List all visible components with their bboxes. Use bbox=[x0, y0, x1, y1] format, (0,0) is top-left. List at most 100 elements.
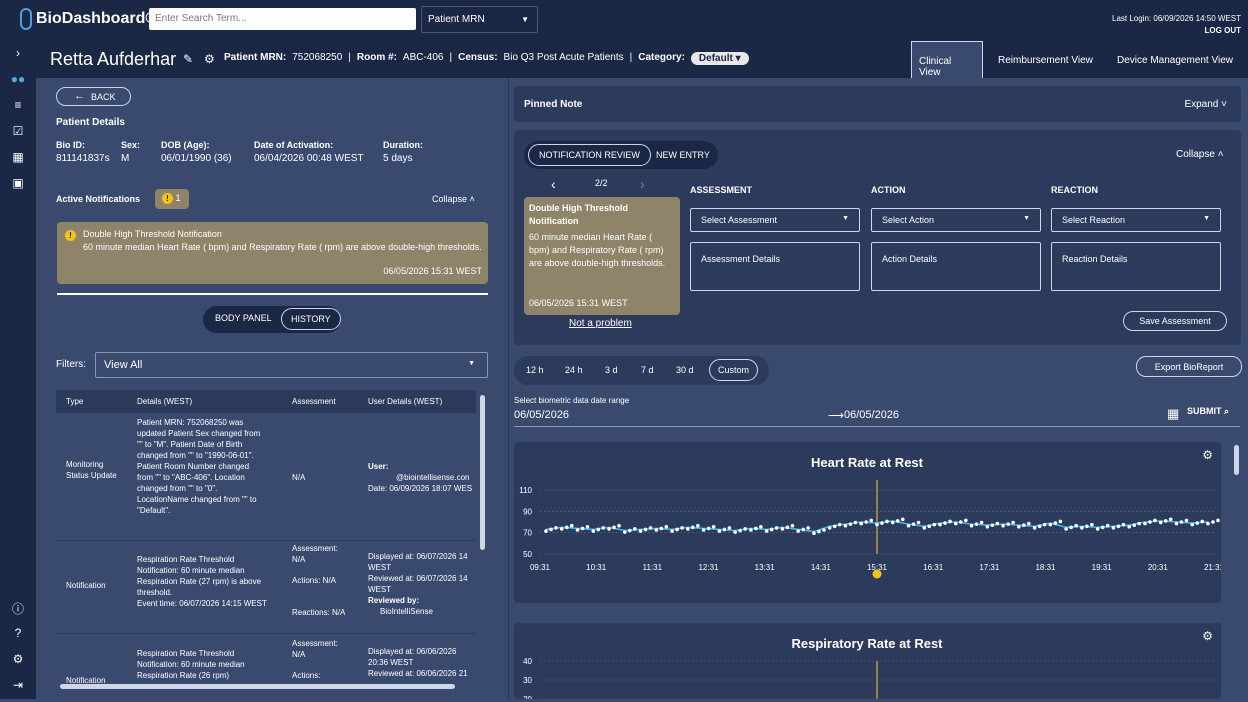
right-scrollbar[interactable] bbox=[1234, 445, 1239, 475]
data-point bbox=[900, 517, 905, 522]
patient-name: Retta Aufderhar bbox=[50, 49, 177, 69]
gear-icon[interactable]: ⚙ bbox=[204, 52, 215, 66]
devices-icon[interactable]: ▣ bbox=[10, 176, 26, 192]
submit-button[interactable]: SUBMIT ⌕ bbox=[1187, 406, 1229, 417]
tab-device-management-view[interactable]: Device Management View bbox=[1110, 41, 1242, 78]
collapse-link[interactable]: Collapse ˄ bbox=[1176, 149, 1224, 160]
notification-card[interactable]: Double High Threshold Notification 60 mi… bbox=[524, 197, 680, 315]
y-tick-label: 20 bbox=[523, 695, 532, 699]
caret-down-icon: ▼ bbox=[521, 15, 529, 24]
data-point bbox=[843, 523, 848, 528]
assessment-select[interactable]: Select Assessment ▼ bbox=[690, 208, 860, 232]
chart-settings-icon[interactable]: ⚙ bbox=[1202, 629, 1213, 643]
patients-icon[interactable]: ●● bbox=[10, 72, 26, 88]
mrn-select[interactable]: Patient MRN ▼ bbox=[421, 6, 538, 33]
chevron-right-icon[interactable]: › bbox=[640, 176, 645, 192]
table-scrollbar-vertical[interactable] bbox=[480, 395, 485, 550]
edit-icon[interactable]: ✎ bbox=[183, 52, 193, 66]
tab-reimbursement-view[interactable]: Reimbursement View bbox=[991, 41, 1103, 78]
reaction-select[interactable]: Select Reaction ▼ bbox=[1051, 208, 1221, 232]
data-point bbox=[607, 527, 611, 531]
active-notification-card[interactable]: ! Double High Threshold Notification 60 … bbox=[57, 222, 488, 284]
back-button[interactable]: ← BACK bbox=[56, 87, 131, 106]
data-point bbox=[544, 529, 548, 533]
data-point bbox=[1105, 523, 1110, 528]
y-tick-label: 90 bbox=[523, 507, 532, 516]
data-point bbox=[906, 523, 911, 528]
checklist-icon[interactable]: ☑ bbox=[10, 124, 26, 140]
warning-icon: ! bbox=[65, 230, 76, 241]
heart-rate-svg: Heart Rate at Rest 50 70 90 110 09:31 10:31 11… bbox=[519, 455, 1225, 579]
settings-icon[interactable]: ⚙ bbox=[10, 652, 26, 668]
chart-title: Respiratory Rate at Rest bbox=[792, 636, 944, 651]
y-tick-label: 110 bbox=[519, 486, 532, 495]
data-point bbox=[1022, 523, 1026, 527]
data-point bbox=[869, 518, 874, 523]
date-to-input[interactable]: 06/05/2026 bbox=[844, 409, 899, 421]
table-header: Type Details (WEST) Assessment User Deta… bbox=[56, 390, 476, 413]
new-entry-toggle[interactable]: NEW ENTRY bbox=[656, 150, 710, 160]
data-point bbox=[1116, 524, 1121, 529]
data-point bbox=[959, 520, 963, 524]
expand-link[interactable]: Expand ˅ bbox=[1184, 99, 1227, 110]
x-tick-label: 09:31 bbox=[530, 563, 551, 572]
pinned-note[interactable]: Pinned Note Expand ˅ bbox=[514, 86, 1241, 122]
search-input[interactable]: Enter Search Term... bbox=[149, 8, 416, 30]
help-icon[interactable]: ? bbox=[10, 626, 26, 642]
logout-link[interactable]: LOG OUT bbox=[1112, 25, 1241, 37]
cell-displayed: Displayed at: 06/07/2026 14 WEST bbox=[368, 552, 468, 572]
caret-down-icon: ▼ bbox=[1023, 215, 1030, 222]
date-from-input[interactable]: 06/05/2026 bbox=[514, 409, 569, 421]
list-icon[interactable]: ≡ bbox=[10, 98, 26, 114]
cell-event-time: Event time: 06/07/2026 14:15 WEST bbox=[137, 599, 267, 608]
x-tick-label: 14:31 bbox=[811, 563, 832, 572]
reaction-details-field[interactable]: Reaction Details bbox=[1051, 242, 1221, 291]
app-logo[interactable]: BioDashboard® bbox=[20, 8, 157, 30]
data-point bbox=[670, 529, 674, 533]
notification-review-toggle[interactable]: NOTIFICATION REVIEW bbox=[528, 144, 651, 166]
data-point bbox=[1216, 518, 1220, 523]
table-row[interactable]: Monitoring Status Update Patient MRN: 75… bbox=[56, 413, 476, 541]
chart-settings-icon[interactable]: ⚙ bbox=[1202, 448, 1213, 462]
range-7d[interactable]: 7 d bbox=[641, 365, 654, 375]
not-a-problem-link[interactable]: Not a problem bbox=[569, 318, 632, 329]
action-select[interactable]: Select Action ▼ bbox=[871, 208, 1041, 232]
data-point bbox=[1158, 520, 1163, 525]
range-custom[interactable]: Custom bbox=[709, 359, 759, 381]
save-assessment-button[interactable]: Save Assessment bbox=[1123, 311, 1227, 331]
data-point bbox=[733, 530, 737, 534]
data-point bbox=[691, 525, 695, 530]
action-details-field[interactable]: Action Details bbox=[871, 242, 1041, 291]
range-30d[interactable]: 30 d bbox=[676, 365, 694, 375]
data-point bbox=[796, 529, 800, 533]
history-toggle[interactable]: HISTORY bbox=[281, 308, 341, 330]
info-icon[interactable]: ⓘ bbox=[10, 600, 26, 616]
assessment-details-field[interactable]: Assessment Details bbox=[690, 242, 860, 291]
logout-icon[interactable]: ⇥ bbox=[10, 678, 26, 694]
table-scrollbar-horizontal[interactable] bbox=[60, 684, 455, 689]
data-point bbox=[943, 521, 947, 525]
data-point bbox=[696, 523, 700, 528]
export-bioreport-button[interactable]: Export BioReport bbox=[1136, 356, 1242, 377]
left-nav: › ●● ≡ ☑ ▦ ▣ ⓘ ? ⚙ ⇥ bbox=[0, 40, 36, 699]
range-24h[interactable]: 24 h bbox=[565, 365, 583, 375]
calendar-icon[interactable]: ▦ bbox=[1167, 406, 1179, 422]
range-3d[interactable]: 3 d bbox=[605, 365, 618, 375]
category-select[interactable]: Default ▾ bbox=[690, 52, 749, 65]
range-12h[interactable]: 12 h bbox=[526, 365, 544, 375]
chevron-left-icon[interactable]: ‹ bbox=[551, 176, 556, 192]
data-point bbox=[1095, 527, 1100, 531]
x-tick-label: 12:31 bbox=[698, 563, 719, 572]
data-point bbox=[969, 523, 974, 528]
data-point bbox=[1058, 519, 1063, 524]
table-row[interactable]: Notification Respiration Rate Threshold … bbox=[56, 634, 476, 690]
cell-reviewed-by: Reviewed by: bbox=[368, 596, 420, 605]
collapse-link[interactable]: Collapse ˄ bbox=[432, 194, 475, 204]
data-point bbox=[633, 527, 637, 531]
body-panel-toggle[interactable]: BODY PANEL bbox=[215, 313, 272, 323]
chevron-right-icon[interactable]: › bbox=[10, 46, 26, 62]
table-row[interactable]: Notification Respiration Rate Threshold … bbox=[56, 541, 476, 634]
building-icon[interactable]: ▦ bbox=[10, 150, 26, 166]
tab-clinical-view[interactable]: Clinical View bbox=[911, 41, 983, 78]
filters-select[interactable]: View All ▼ bbox=[95, 352, 488, 378]
